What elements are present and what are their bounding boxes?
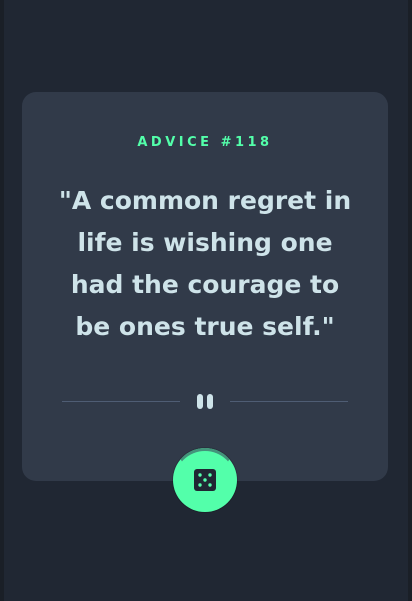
pause-icon — [194, 392, 216, 410]
pattern-divider — [62, 392, 348, 410]
pause-bar-left — [197, 394, 203, 409]
advice-id-label: ADVICE #118 — [137, 135, 273, 150]
window-right-edge — [408, 0, 412, 601]
divider-line-right — [230, 401, 348, 402]
dice-icon — [194, 469, 216, 491]
divider-line-left — [62, 401, 180, 402]
pause-bar-right — [207, 394, 213, 409]
generate-advice-button[interactable] — [173, 448, 237, 512]
window-left-edge — [0, 0, 4, 601]
advice-card: ADVICE #118 "A common regret in life is … — [22, 92, 388, 481]
advice-quote: "A common regret in life is wishing one … — [58, 186, 352, 341]
